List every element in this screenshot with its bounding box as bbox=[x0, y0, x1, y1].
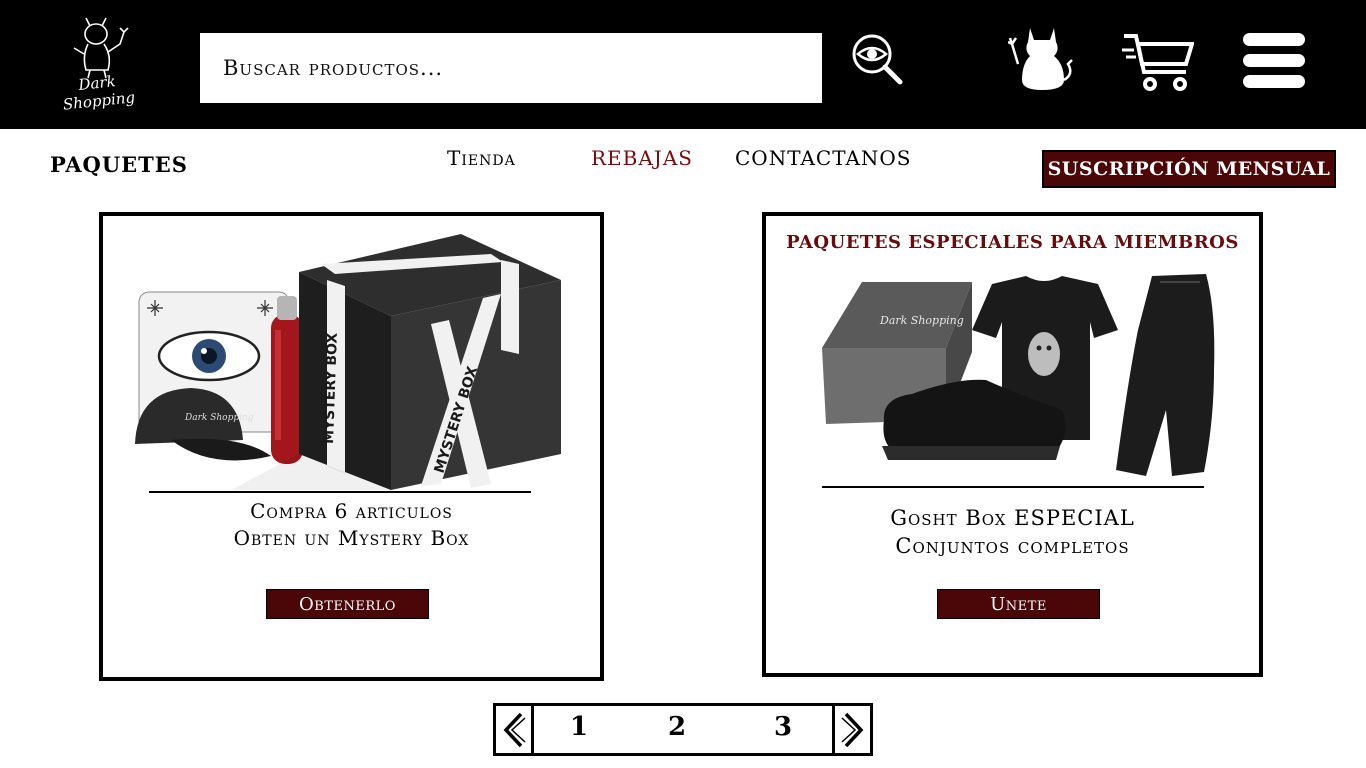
menu-button[interactable] bbox=[1243, 33, 1307, 91]
special-packages-card: PAQUETES ESPECIALES PARA MIEMBROS Dark S… bbox=[762, 212, 1263, 677]
next-page-button[interactable] bbox=[832, 706, 870, 753]
page-numbers: 1 2 3 bbox=[534, 706, 832, 753]
subscription-button[interactable]: SUSCRIPCIÓN MENSUAL bbox=[1042, 150, 1336, 188]
nav-link-rebajas[interactable]: REBAJAS bbox=[591, 146, 693, 170]
search-field[interactable] bbox=[200, 33, 822, 103]
cart-button[interactable] bbox=[1122, 30, 1195, 94]
box-logo-text: Dark Shopping bbox=[879, 314, 964, 327]
search-button[interactable] bbox=[850, 32, 906, 88]
ghost-box-product-image: Dark Shopping bbox=[822, 274, 1215, 476]
header-bar: Dark Shopping bbox=[0, 0, 1366, 129]
card-title: PAQUETES ESPECIALES PARA MIEMBROS bbox=[786, 232, 1239, 253]
obtenerlo-button[interactable]: Obtenerlo bbox=[266, 589, 429, 619]
section-title: PAQUETES bbox=[50, 152, 188, 177]
mystery-box-product-image: Dark Shopping MYSTERY BOX MYSTERY BOX bbox=[135, 234, 561, 490]
nav-link-contactanos[interactable]: CONTACTANOS bbox=[735, 146, 911, 170]
chevron-right-icon bbox=[840, 712, 863, 747]
hamburger-menu-icon bbox=[1243, 33, 1305, 88]
card-divider bbox=[822, 486, 1204, 488]
shopping-cart-icon bbox=[1122, 34, 1195, 91]
card-line-2: Obten un Mystery Box bbox=[233, 526, 470, 550]
search-input[interactable] bbox=[223, 56, 783, 80]
chevron-left-icon bbox=[503, 712, 526, 747]
nav-link-tienda[interactable]: Tienda bbox=[447, 146, 516, 170]
page-2[interactable]: 2 bbox=[668, 712, 686, 742]
pagination: 1 2 3 bbox=[493, 703, 873, 756]
previous-page-button[interactable] bbox=[496, 706, 534, 753]
page-3[interactable]: 3 bbox=[774, 712, 792, 742]
account-button[interactable] bbox=[1007, 24, 1076, 94]
card-line-1: Gosht Box ESPECIAL bbox=[890, 506, 1135, 530]
card-line-1: Compra 6 articulos bbox=[250, 499, 453, 523]
card-divider bbox=[149, 491, 531, 493]
page-1[interactable]: 1 bbox=[570, 712, 588, 742]
dark-shopping-logo[interactable]: Dark Shopping bbox=[48, 10, 148, 114]
unete-button[interactable]: Unete bbox=[937, 589, 1100, 619]
devil-user-icon bbox=[1007, 28, 1073, 90]
svg-text:Dark Shopping: Dark Shopping bbox=[184, 413, 254, 423]
eye-magnifier-search-icon bbox=[852, 34, 903, 85]
mystery-box-card: Dark Shopping MYSTERY BOX MYSTERY BOX Co… bbox=[99, 212, 604, 681]
card-line-2: Conjuntos completos bbox=[895, 534, 1130, 558]
